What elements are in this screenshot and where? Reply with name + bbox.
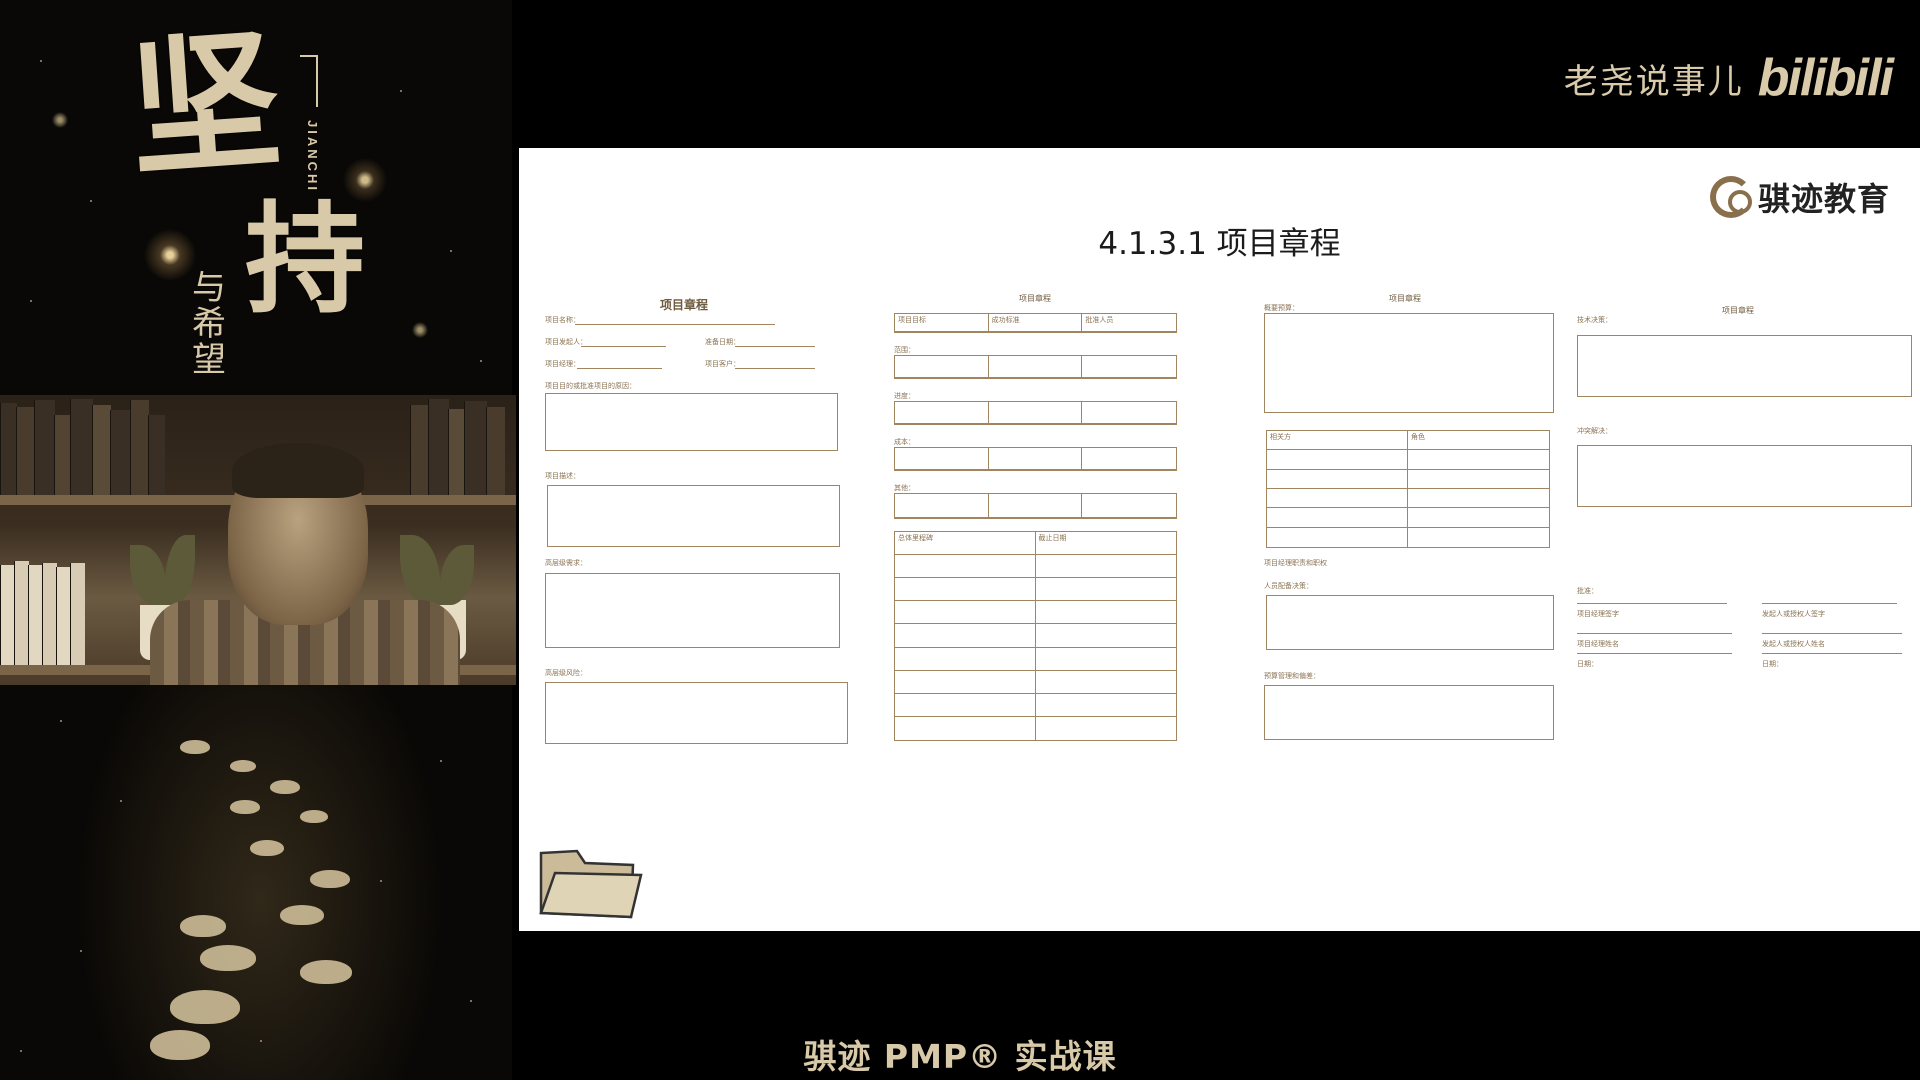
form-section-label: 高层级需求： xyxy=(545,559,587,567)
sign-label: 日期： xyxy=(1762,660,1783,668)
sign-label: 日期： xyxy=(1577,660,1598,668)
form-section-label: 预算管理和偏差： xyxy=(1264,672,1320,680)
poster-headline-1: 坚 xyxy=(124,11,286,199)
form-title: 项目章程 xyxy=(660,298,709,312)
channel-brand: 老尧说事儿 bilibili xyxy=(1563,48,1894,108)
form-page-2: 项目章程 项目目标 成功标准 批准人员 范围： 进度： 成本： 其他： 总体里程碑截… xyxy=(894,293,1184,893)
form-page-3: 项目章程 概要预算： 相关方 角色 项目经理职责和职权 人员配备决策： 预算管理和… xyxy=(1264,293,1564,893)
sign-label: 项目经理姓名 xyxy=(1577,640,1619,648)
row-label: 进度： xyxy=(894,392,915,400)
stakeholder-table: 相关方 角色 xyxy=(1266,430,1550,548)
bilibili-logo: bilibili xyxy=(1757,49,1894,107)
form-label: 概要预算： xyxy=(1264,304,1299,312)
form-title: 项目章程 xyxy=(1722,306,1754,315)
course-caption: 骐迹 PMP® 实战课 xyxy=(803,1037,1117,1076)
org-name: 骐迹教育 xyxy=(1757,180,1890,218)
poster-bracket xyxy=(300,55,318,107)
org-logo-icon xyxy=(1709,176,1752,218)
form-title: 项目章程 xyxy=(1389,294,1421,303)
form-section-label: 高层级风险： xyxy=(545,669,587,677)
form-page-1: 项目章程 项目名称： 项目发起人： 准备日期： 项目经理： 项目客户： 项目目的… xyxy=(545,293,848,893)
row-label: 其他： xyxy=(894,484,915,492)
row-label: 范围： xyxy=(894,346,915,354)
form-section-label: 项目目的或批准项目的原因： xyxy=(545,382,636,390)
slide-title: 4.1.3.1 项目章程 xyxy=(1098,226,1341,262)
sign-label: 发起人或授权人签字 xyxy=(1762,610,1825,618)
approval-label: 批准： xyxy=(1577,587,1598,595)
poster-romanized: JIANCHI xyxy=(305,120,320,194)
form-label: 项目经理： xyxy=(545,360,580,368)
form-page-4: 项目章程 技术决策： 冲突解决： 批准： 项目经理签字 发起人或授权人签字 项目… xyxy=(1577,293,1917,893)
webcam-feed xyxy=(0,395,516,685)
channel-name: 老尧说事儿 xyxy=(1563,61,1744,102)
presentation-slide: 骐迹教育 4.1.3.1 项目章程 项目章程 项目名称： 项目发起人： 准备日期… xyxy=(519,148,1920,931)
form-section-label: 项目描述： xyxy=(545,472,580,480)
poster-headline-2: 持 xyxy=(245,189,365,330)
form-section-label: 冲突解决： xyxy=(1577,427,1612,435)
row-label: 成本： xyxy=(894,438,915,446)
sign-label: 项目经理签字 xyxy=(1577,610,1619,618)
folder-icon[interactable] xyxy=(535,833,643,923)
objectives-header: 项目目标 成功标准 批准人员 xyxy=(894,313,1177,333)
form-title: 项目章程 xyxy=(1019,294,1051,303)
milestone-table: 总体里程碑 截止日期 xyxy=(894,531,1177,741)
form-section-label: 人员配备决策： xyxy=(1264,582,1313,590)
sign-label: 发起人或授权人姓名 xyxy=(1762,640,1825,648)
org-logo: 骐迹教育 xyxy=(1709,174,1890,220)
poster-subtitle: 与希望 xyxy=(192,268,226,380)
form-section-label: 技术决策： xyxy=(1577,316,1612,324)
form-section-label: 项目经理职责和职权 xyxy=(1264,559,1327,567)
